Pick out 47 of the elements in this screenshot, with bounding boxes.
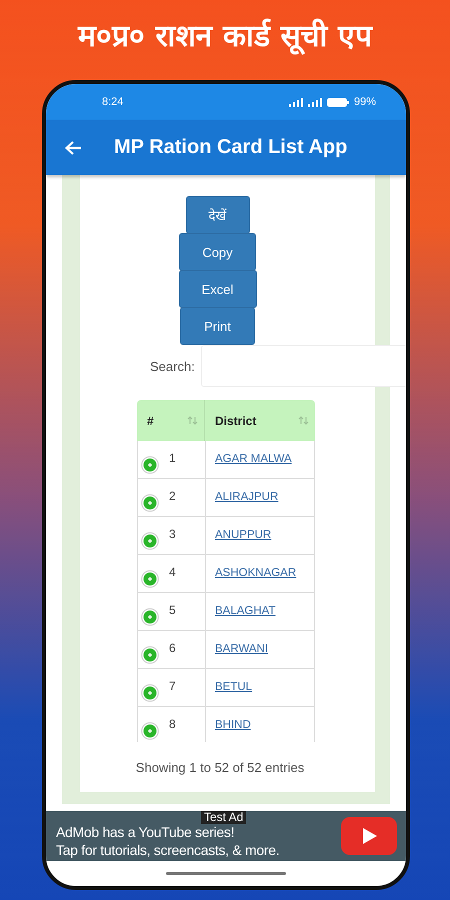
test-ad-label: Test Ad bbox=[201, 811, 246, 824]
battery-icon bbox=[326, 98, 349, 106]
row-number: 6 bbox=[169, 641, 176, 655]
search-field[interactable] bbox=[200, 345, 406, 387]
row-number: 8 bbox=[169, 717, 176, 731]
district-link[interactable]: BHIND bbox=[215, 719, 251, 731]
ad-text[interactable]: AdMob has a YouTube series! bbox=[56, 823, 280, 841]
signal-icon bbox=[308, 98, 322, 106]
sort-icon bbox=[298, 416, 309, 425]
row-number: 1 bbox=[169, 451, 176, 465]
district-link[interactable]: BETUL bbox=[215, 681, 252, 693]
play-icon[interactable] bbox=[341, 817, 397, 855]
row-number: 2 bbox=[169, 489, 176, 503]
ad-text[interactable]: Tap for tutorials, screencasts, & more. bbox=[56, 841, 280, 859]
column-header[interactable]: # bbox=[137, 400, 205, 441]
district-link[interactable]: ANUPPUR bbox=[215, 529, 272, 541]
expand-icon[interactable] bbox=[141, 722, 159, 740]
battery-percent: 99% bbox=[354, 96, 376, 108]
back-button[interactable] bbox=[64, 140, 82, 156]
expand-icon[interactable] bbox=[141, 570, 159, 588]
signal-icon bbox=[288, 98, 303, 106]
action-button[interactable]: Copy bbox=[179, 233, 256, 271]
clock-time: 8:24 bbox=[102, 96, 124, 108]
entries-info: Showing 1 to 52 of 52 entries bbox=[134, 760, 306, 775]
district-link[interactable]: ALIRAJPUR bbox=[215, 491, 278, 503]
row-number: 3 bbox=[169, 527, 176, 541]
expand-icon[interactable] bbox=[141, 608, 159, 626]
row-number: 4 bbox=[169, 565, 176, 579]
action-button[interactable]: Print bbox=[180, 307, 255, 345]
row-number: 7 bbox=[169, 679, 176, 693]
action-button[interactable]: देखें bbox=[186, 196, 250, 234]
expand-icon[interactable] bbox=[141, 646, 159, 664]
district-link[interactable]: BARWANI bbox=[215, 643, 268, 655]
column-header[interactable]: District bbox=[205, 400, 315, 441]
district-link[interactable]: AGAR MALWA bbox=[215, 453, 292, 465]
app-title: MP Ration Card List App bbox=[114, 136, 348, 159]
sort-icon bbox=[187, 416, 198, 425]
row-number: 5 bbox=[169, 603, 176, 617]
expand-icon[interactable] bbox=[141, 494, 159, 512]
expand-icon[interactable] bbox=[141, 684, 159, 702]
district-link[interactable]: BALAGHAT bbox=[215, 605, 276, 617]
action-button[interactable]: Excel bbox=[178, 270, 256, 308]
expand-icon[interactable] bbox=[141, 532, 159, 550]
banner-title: म०प्र० राशन कार्ड सूची एप bbox=[76, 18, 374, 57]
expand-icon[interactable] bbox=[141, 456, 159, 474]
search-label: Search: bbox=[150, 358, 195, 374]
district-link[interactable]: ASHOKNAGAR bbox=[215, 567, 296, 579]
